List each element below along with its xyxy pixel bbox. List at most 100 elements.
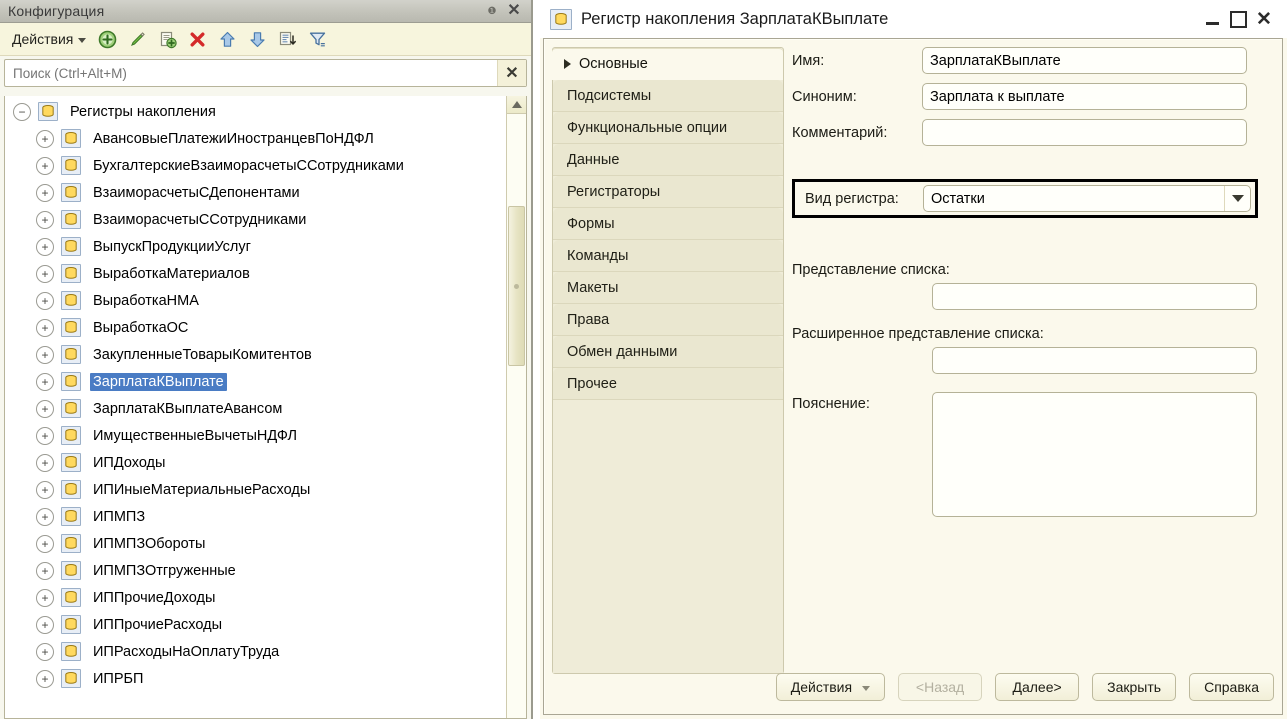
synonym-field[interactable]: Зарплата к выплате [922, 83, 1247, 110]
tree-node-root[interactable]: −Регистры накопления [5, 98, 506, 125]
next-button[interactable]: Далее> [995, 673, 1079, 701]
expand-icon[interactable]: + [36, 292, 54, 310]
tree-node-label: ВыработкаМатериалов [90, 265, 253, 283]
expand-icon[interactable]: + [36, 184, 54, 202]
tree-node-item[interactable]: +ИПДоходы [5, 449, 506, 476]
tree-node-item[interactable]: +БухгалтерскиеВзаиморасчетыССотрудниками [5, 152, 506, 179]
move-down-icon[interactable] [244, 26, 270, 52]
expand-icon[interactable]: + [36, 238, 54, 256]
comment-field[interactable] [922, 119, 1247, 146]
expand-icon[interactable]: + [36, 670, 54, 688]
note-textarea[interactable] [932, 392, 1257, 517]
expand-icon[interactable]: + [36, 130, 54, 148]
search-input[interactable] [5, 60, 497, 86]
back-button[interactable]: <Назад [898, 673, 982, 701]
expand-icon[interactable]: + [36, 157, 54, 175]
tree-node-item[interactable]: + ВыработкаМатериалов [5, 260, 506, 287]
tab-1[interactable]: Подсистемы [553, 80, 783, 112]
close-button[interactable]: Закрыть [1092, 673, 1176, 701]
copy-icon[interactable] [154, 26, 180, 52]
tree-node-item[interactable]: +ИПМПЗ [5, 503, 506, 530]
tree-node-item[interactable]: +ВыпускПродукцииУслуг [5, 233, 506, 260]
expand-icon[interactable]: + [36, 427, 54, 445]
tree-node-label: ИПРасходыНаОплатуТруда [90, 643, 282, 661]
expand-icon[interactable]: + [36, 373, 54, 391]
expand-icon[interactable]: + [36, 616, 54, 634]
expand-icon[interactable]: + [36, 265, 54, 283]
maximize-icon[interactable] [1225, 6, 1251, 32]
expand-icon[interactable]: + [36, 562, 54, 580]
tab-6[interactable]: Команды [553, 240, 783, 272]
tree-node-item[interactable]: +ИППрочиеДоходы [5, 584, 506, 611]
filter-icon[interactable] [304, 26, 330, 52]
register-icon [61, 480, 81, 499]
tree-node-item[interactable]: + ИПРасходыНаОплатуТруда [5, 638, 506, 665]
tab-9[interactable]: Обмен данными [553, 336, 783, 368]
delete-icon[interactable] [184, 26, 210, 52]
expand-icon[interactable]: + [36, 454, 54, 472]
expand-icon[interactable]: + [36, 211, 54, 229]
close-icon[interactable]: ✕ [1251, 6, 1277, 32]
help-button[interactable]: Справка [1189, 673, 1274, 701]
actions-button[interactable]: Действия [776, 673, 885, 701]
tab-label: Формы [567, 216, 615, 232]
tree-node-item[interactable]: +ИПМПЗОбороты [5, 530, 506, 557]
add-icon[interactable] [94, 26, 120, 52]
expand-icon[interactable]: + [36, 508, 54, 526]
close-icon[interactable]: ✕ [503, 1, 525, 21]
tree-node-label: ВыработкаНМА [90, 292, 202, 310]
tree-node-item[interactable]: +ЗакупленныеТоварыКомитентов [5, 341, 506, 368]
pin-icon[interactable]: ❶ [481, 1, 503, 21]
comment-row: Комментарий: [792, 119, 1276, 146]
chevron-down-icon[interactable] [1224, 186, 1250, 211]
minimize-icon[interactable] [1199, 6, 1225, 32]
search-clear-icon[interactable]: ✕ [497, 60, 526, 86]
tree-node-item[interactable]: +ВзаиморасчетыССотрудниками [5, 206, 506, 233]
expand-icon[interactable]: + [36, 400, 54, 418]
tree-node-item[interactable]: +ЗарплатаКВыплате [5, 368, 506, 395]
extended-presentation-field[interactable] [932, 347, 1257, 374]
edit-icon[interactable] [124, 26, 150, 52]
expand-icon[interactable]: + [36, 319, 54, 337]
tree-node-item[interactable]: +ИПРБП [5, 665, 506, 692]
tab-10[interactable]: Прочее [553, 368, 783, 400]
scroll-up-icon[interactable] [507, 96, 526, 114]
expand-icon[interactable]: + [36, 481, 54, 499]
tree-node-item[interactable]: +ВыработкаОС [5, 314, 506, 341]
tree-node-item[interactable]: +ИППрочиеРасходы [5, 611, 506, 638]
tree-node-item[interactable]: +ИПИныеМатериальныеРасходы [5, 476, 506, 503]
tab-4[interactable]: Регистраторы [553, 176, 783, 208]
name-field[interactable]: ЗарплатаКВыплате [922, 47, 1247, 74]
register-icon [61, 291, 81, 310]
scrollbar-thumb[interactable] [508, 206, 525, 366]
tree-node-item[interactable]: +ВзаиморасчетыСДепонентами [5, 179, 506, 206]
tab-7[interactable]: Макеты [553, 272, 783, 304]
tree-node-label: АвансовыеПлатежиИностранцевПоНДФЛ [90, 130, 377, 148]
tab-5[interactable]: Формы [553, 208, 783, 240]
expand-icon[interactable]: + [36, 535, 54, 553]
actions-menu-button[interactable]: Действия [8, 29, 90, 49]
search-bar[interactable]: ✕ [4, 59, 527, 87]
tree-node-item[interactable]: + ВыработкаНМА [5, 287, 506, 314]
sort-icon[interactable] [274, 26, 300, 52]
register-kind-select[interactable]: Остатки [923, 185, 1251, 212]
tab-2[interactable]: Функциональные опции [553, 112, 783, 144]
tab-0[interactable]: Основные [552, 48, 783, 80]
chevron-right-icon [564, 59, 571, 69]
tree-node-item[interactable]: +ИмущественныеВычетыНДФЛ [5, 422, 506, 449]
tab-3[interactable]: Данные [553, 144, 783, 176]
tree-node-label: ИПМПЗОтгруженные [90, 562, 239, 580]
register-icon [61, 669, 81, 688]
list-presentation-field[interactable] [932, 283, 1257, 310]
tab-8[interactable]: Права [553, 304, 783, 336]
collapse-icon[interactable]: − [13, 103, 31, 121]
tab-label: Функциональные опции [567, 120, 727, 136]
move-up-icon[interactable] [214, 26, 240, 52]
expand-icon[interactable]: + [36, 346, 54, 364]
expand-icon[interactable]: + [36, 589, 54, 607]
tree-node-item[interactable]: + ИПМПЗОтгруженные [5, 557, 506, 584]
expand-icon[interactable]: + [36, 643, 54, 661]
tree-node-item[interactable]: + АвансовыеПлатежиИностранцевПоНДФЛ [5, 125, 506, 152]
tree-node-item[interactable]: +ЗарплатаКВыплатеАвансом [5, 395, 506, 422]
tree-scrollbar[interactable] [506, 96, 526, 718]
